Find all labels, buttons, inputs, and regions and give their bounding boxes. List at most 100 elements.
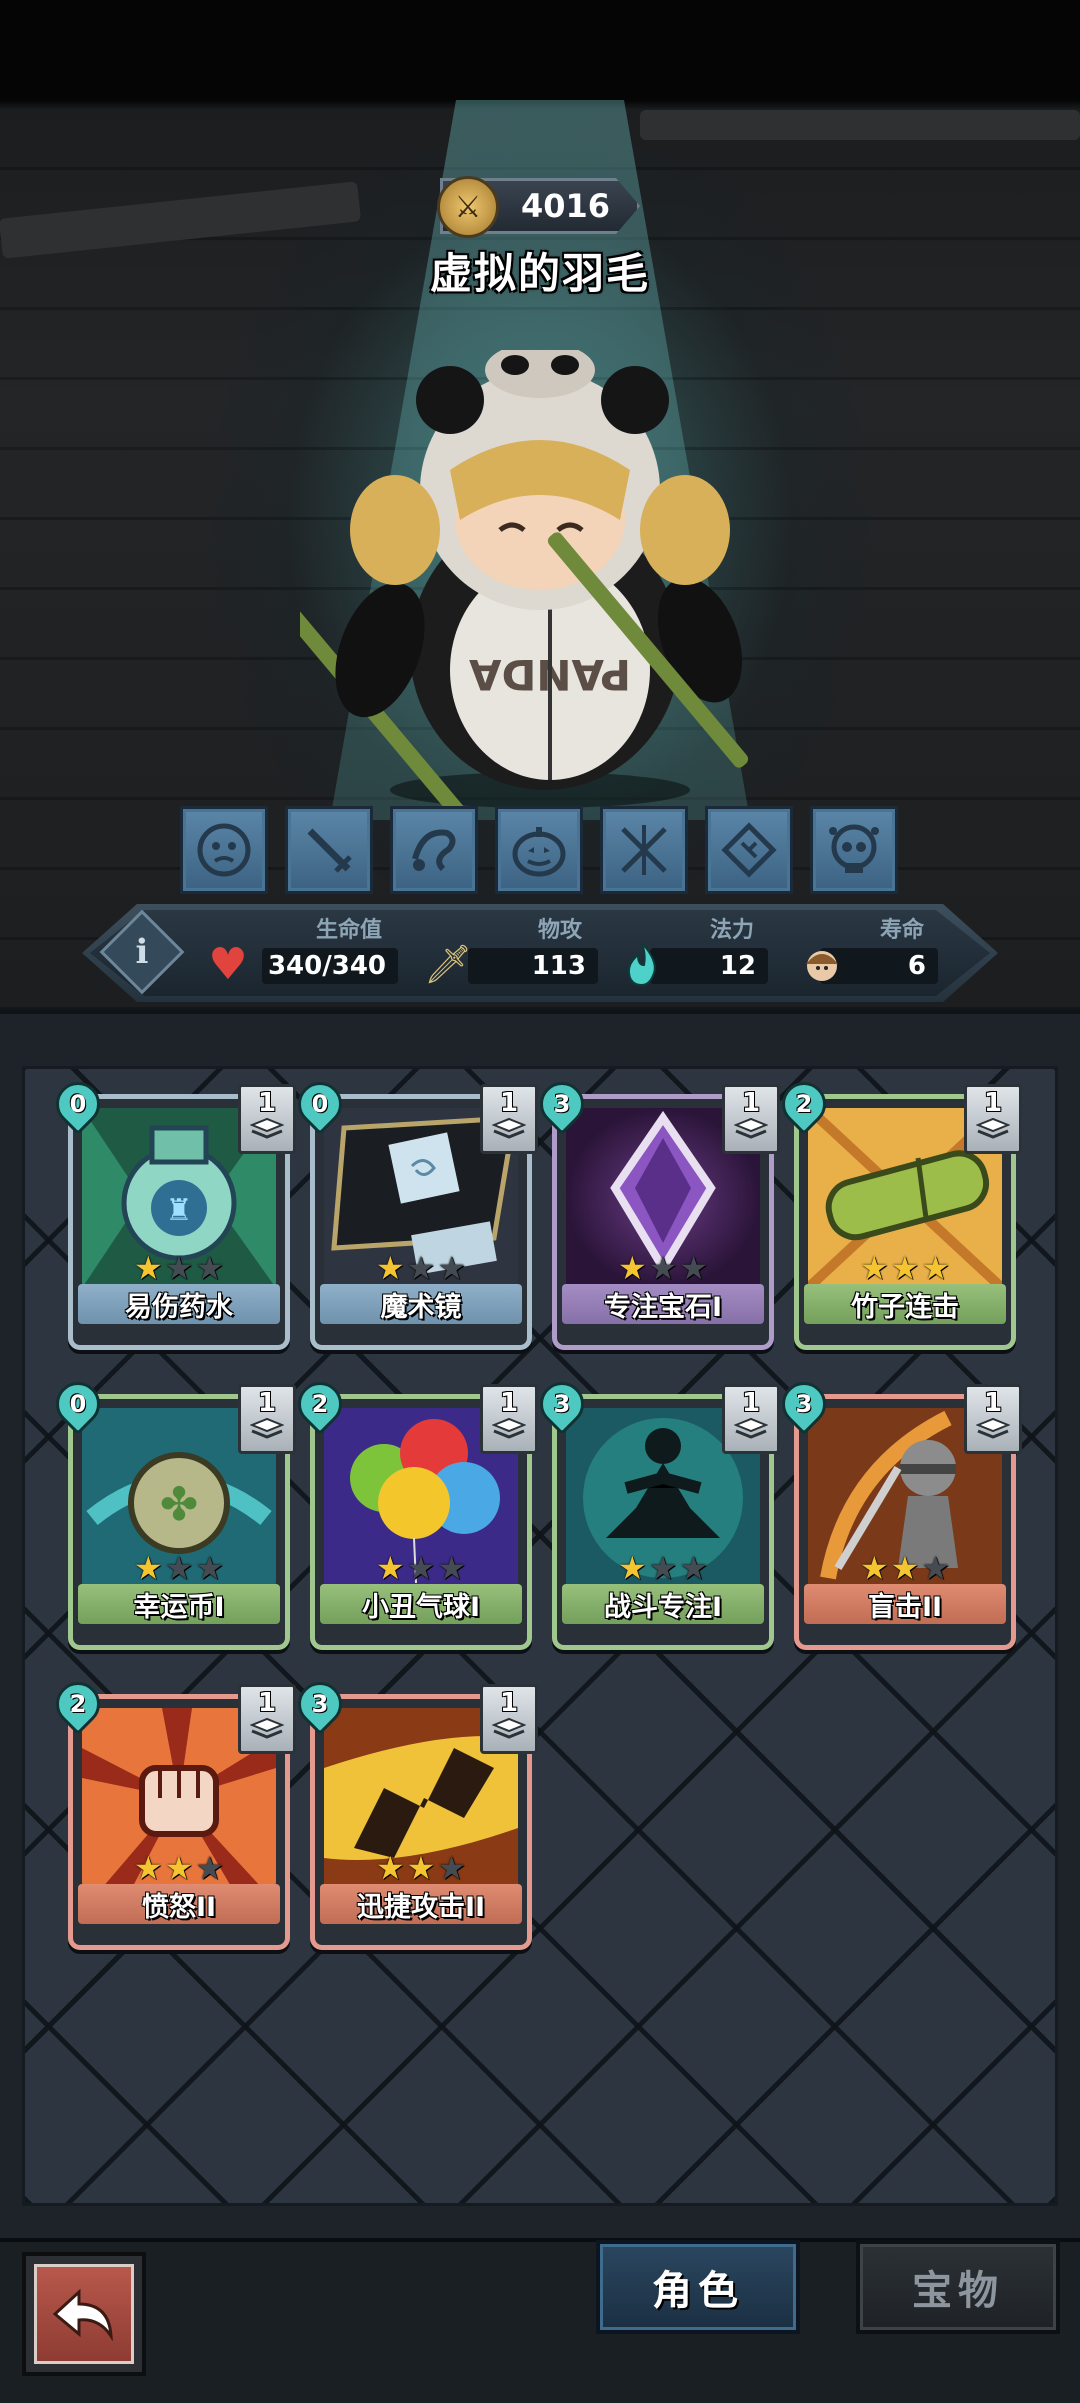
card-stars: ★ ★ ★ [310, 1552, 532, 1584]
card-coin[interactable]: ✤ ★ ★ ★ 幸运币I 0 1 [46, 1372, 296, 1650]
star-icon: ★ [164, 1549, 194, 1587]
blue-flame-icon [614, 936, 670, 992]
card-cost: 3 [311, 1690, 329, 1718]
card-cost: 3 [553, 1090, 571, 1118]
card-level: 1 [741, 1388, 761, 1418]
star-icon: ★ [195, 1549, 225, 1587]
card-level: 1 [983, 1388, 1003, 1418]
card-level: 1 [741, 1088, 761, 1118]
card-stars: ★ ★ ★ [68, 1852, 290, 1884]
card-stars: ★ ★ ★ [794, 1252, 1016, 1284]
card-balloon[interactable]: ★ ★ ★ 小丑气球I 2 1 [288, 1372, 538, 1650]
card-mirror[interactable]: ★ ★ ★ 魔术镜 0 1 [288, 1072, 538, 1350]
card-cost-badge: 2 [288, 1372, 352, 1436]
card-cost: 2 [795, 1090, 813, 1118]
hero-name: 虚拟的羽毛 [429, 249, 650, 298]
star-icon: ★ [617, 1549, 647, 1587]
card-blind[interactable]: ★ ★ ★ 盲击II 3 1 [772, 1372, 1022, 1650]
stack-layers-icon [250, 1717, 284, 1739]
card-stars: ★ ★ ★ [310, 1852, 532, 1884]
stat-hp: 生命值 340/340 ♥ [200, 912, 400, 992]
card-level-badge: 1 [480, 1684, 538, 1754]
star-icon: ★ [648, 1249, 678, 1287]
star-icon: ★ [437, 1249, 467, 1287]
heart-icon: ♥ [208, 938, 248, 990]
card-cost-badge: 3 [772, 1372, 836, 1436]
back-arrow-icon[interactable] [34, 2264, 134, 2364]
card-meditate[interactable]: ★ ★ ★ 战斗专注I 3 1 [530, 1372, 780, 1650]
star-icon: ★ [437, 1849, 467, 1887]
card-name: 战斗专注I [562, 1584, 764, 1624]
star-icon: ★ [375, 1249, 405, 1287]
card-cost-badge: 3 [530, 1372, 594, 1436]
card-stars: ★ ★ ★ [310, 1252, 532, 1284]
tab-character[interactable]: 角色 [596, 2240, 800, 2334]
stack-layers-icon [976, 1417, 1010, 1439]
card-potion[interactable]: ♜ ★ ★ ★ 易伤药水 0 1 [46, 1072, 296, 1350]
card-cost: 3 [795, 1390, 813, 1418]
star-icon: ★ [890, 1549, 920, 1587]
tab-treasure[interactable]: 宝物 [856, 2240, 1060, 2334]
skill-slot-pumpkin-icon[interactable] [495, 806, 583, 894]
card-stars: ★ ★ ★ [794, 1552, 1016, 1584]
card-level: 1 [499, 1388, 519, 1418]
card-level-badge: 1 [238, 1084, 296, 1154]
card-level: 1 [257, 1388, 277, 1418]
card-name: 幸运币I [78, 1584, 280, 1624]
card-swift[interactable]: ★ ★ ★ 迅捷攻击II 3 1 [288, 1672, 538, 1950]
card-cost-badge: 3 [288, 1672, 352, 1736]
card-name: 专注宝石I [562, 1284, 764, 1324]
card-level: 1 [499, 1688, 519, 1718]
skill-slot-rune-icon[interactable] [705, 806, 793, 894]
star-icon: ★ [195, 1849, 225, 1887]
card-cost-badge: 0 [288, 1072, 352, 1136]
hero-scene: PANDA 4016 ⚔ 虚拟的羽毛 [0, 0, 1080, 1010]
card-name: 易伤药水 [78, 1284, 280, 1324]
card-cost-badge: 0 [46, 1372, 110, 1436]
card-cost-badge: 0 [46, 1072, 110, 1136]
card-level-badge: 1 [480, 1084, 538, 1154]
power-sword-icon: ⚔ [437, 176, 499, 238]
star-icon: ★ [406, 1549, 436, 1587]
card-cost: 2 [311, 1390, 329, 1418]
card-cost: 3 [553, 1390, 571, 1418]
star-icon: ★ [648, 1549, 678, 1587]
star-icon: ★ [921, 1549, 951, 1587]
stat-lifespan: 寿命 6 [800, 912, 942, 992]
card-cost-badge: 2 [46, 1672, 110, 1736]
card-level: 1 [257, 1088, 277, 1118]
card-stars: ★ ★ ★ [552, 1552, 774, 1584]
skill-slot-scroll-icon[interactable] [390, 806, 478, 894]
back-button[interactable] [22, 2252, 146, 2376]
card-gem[interactable]: ★ ★ ★ 专注宝石I 3 1 [530, 1072, 780, 1350]
stat-attack-label: 物攻 [538, 918, 583, 943]
stat-lifespan-label: 寿命 [880, 918, 925, 943]
card-level-badge: 1 [480, 1384, 538, 1454]
card-bamboo[interactable]: ★ ★ ★ 竹子连击 2 1 [772, 1072, 1022, 1350]
card-level-badge: 1 [722, 1084, 780, 1154]
stat-hp-value: 340/340 [262, 948, 398, 984]
card-cost: 0 [69, 1090, 87, 1118]
hero-panda-character[interactable]: PANDA [300, 350, 780, 810]
star-icon: ★ [679, 1249, 709, 1287]
skill-slot-skull-icon[interactable] [810, 806, 898, 894]
skill-slot-face-icon[interactable] [180, 806, 268, 894]
stack-layers-icon [250, 1417, 284, 1439]
card-level-badge: 1 [722, 1384, 780, 1454]
info-icon[interactable]: i [112, 922, 172, 982]
skill-slot-crossed-swords-icon[interactable] [600, 806, 688, 894]
stack-layers-icon [492, 1717, 526, 1739]
star-icon: ★ [133, 1249, 163, 1287]
star-icon: ★ [406, 1249, 436, 1287]
card-name: 魔术镜 [320, 1284, 522, 1324]
skill-slot-sword-icon[interactable] [285, 806, 373, 894]
card-level-badge: 1 [238, 1384, 296, 1454]
card-name: 竹子连击 [804, 1284, 1006, 1324]
star-icon: ★ [375, 1849, 405, 1887]
svg-text:♜: ♜ [166, 1193, 193, 1228]
stack-layers-icon [976, 1117, 1010, 1139]
stack-layers-icon [250, 1117, 284, 1139]
stack-layers-icon [734, 1117, 768, 1139]
card-fist[interactable]: ★ ★ ★ 愤怒II 2 1 [46, 1672, 296, 1950]
card-level-badge: 1 [964, 1384, 1022, 1454]
